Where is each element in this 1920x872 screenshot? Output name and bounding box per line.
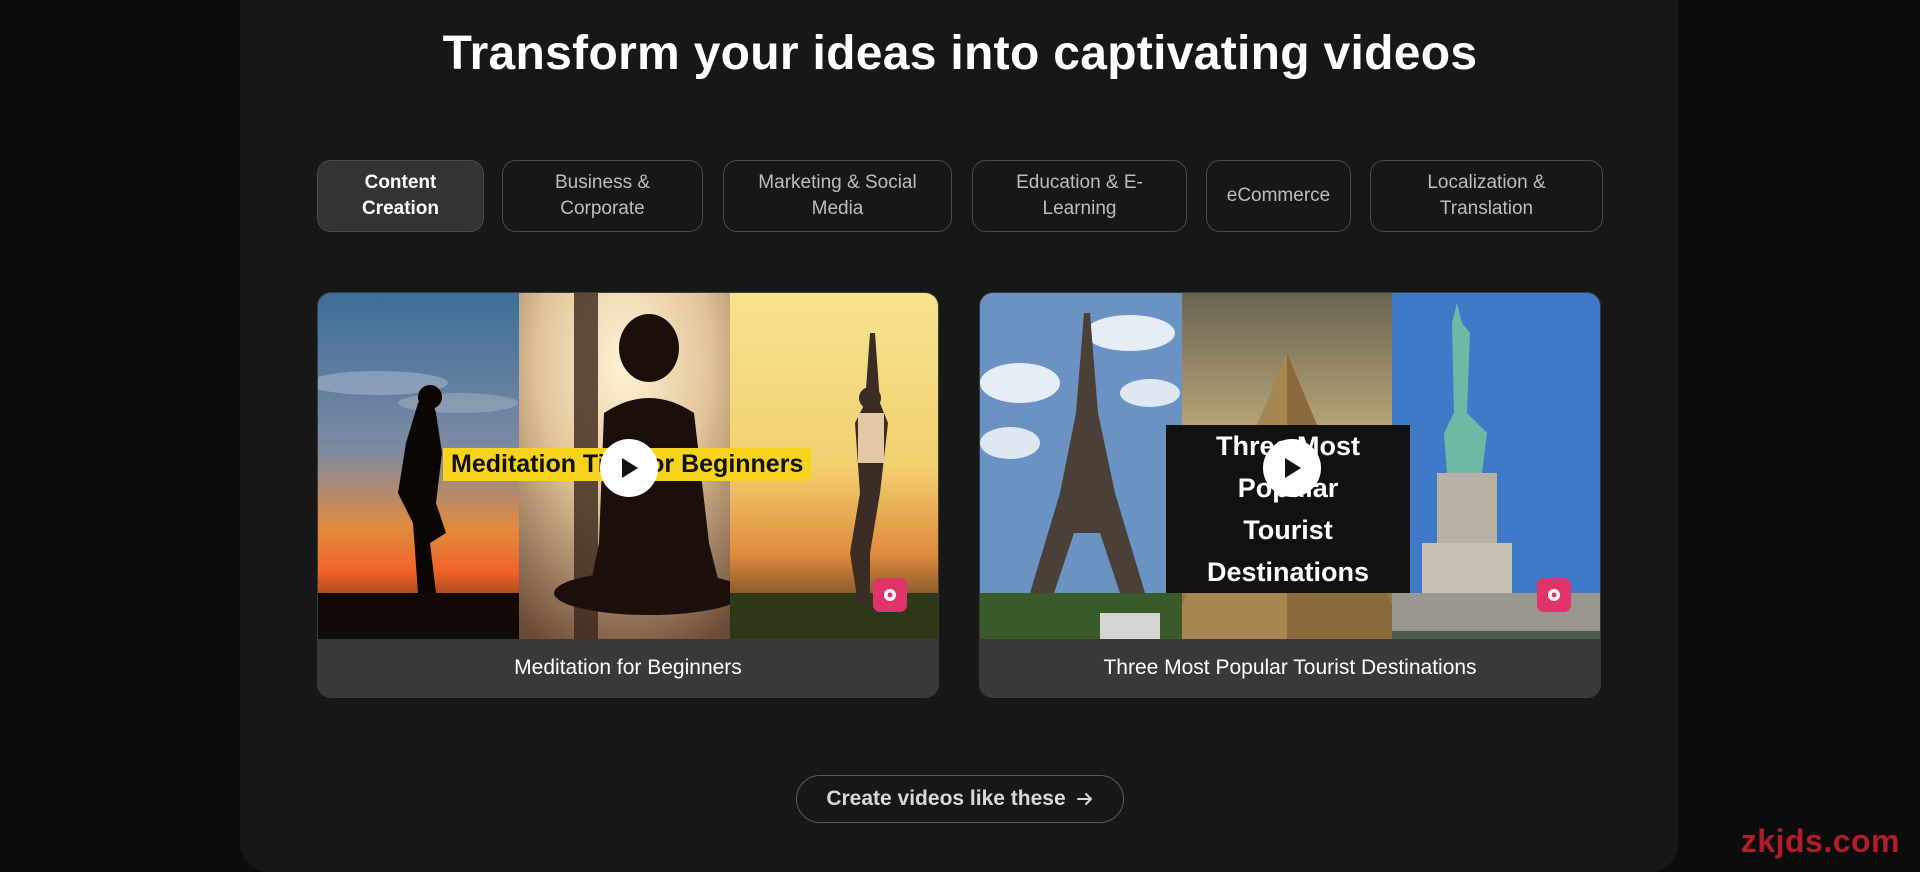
- tab-education-elearning[interactable]: Education & E- Learning: [972, 160, 1187, 232]
- play-icon: [1285, 458, 1301, 478]
- tab-marketing-social-media[interactable]: Marketing & Social Media: [723, 160, 952, 232]
- video-thumbnail[interactable]: Meditation Tips for Beginners: [318, 293, 938, 641]
- video-card-tourist-destinations[interactable]: Three Most Popular Tourist Destinations …: [979, 292, 1601, 698]
- tab-business-corporate[interactable]: Business & Corporate: [502, 160, 703, 232]
- tab-localization-translation[interactable]: Localization & Translation: [1370, 160, 1603, 232]
- create-videos-button[interactable]: Create videos like these: [796, 775, 1124, 823]
- brand-badge-icon: [1537, 578, 1571, 612]
- tab-label: eCommerce: [1226, 185, 1331, 206]
- play-icon: [622, 458, 638, 478]
- tab-ecommerce[interactable]: eCommerce: [1206, 160, 1351, 232]
- card-title: Meditation for Beginners: [318, 639, 938, 697]
- tab-label: Localization & Translation: [1427, 172, 1546, 219]
- tab-label: Marketing & Social Media: [758, 172, 917, 219]
- video-thumbnail[interactable]: Three Most Popular Tourist Destinations: [980, 293, 1600, 641]
- tab-content-creation[interactable]: Content Creation: [317, 160, 484, 232]
- tab-label: Education & E- Learning: [1016, 172, 1143, 219]
- thumbnail-eiffel-panel: [980, 293, 1182, 641]
- brand-badge-icon: [873, 578, 907, 612]
- tab-label: Content Creation: [361, 172, 440, 219]
- tab-label: Business & Corporate: [554, 172, 651, 219]
- play-button[interactable]: [1263, 439, 1321, 497]
- cta-label: Create videos like these: [826, 787, 1066, 810]
- video-card-meditation[interactable]: Meditation Tips for Beginners Meditation…: [317, 292, 939, 698]
- thumbnail-caption-line2: Tourist Destinations: [1206, 515, 1370, 587]
- page-heading: Transform your ideas into captivating vi…: [442, 27, 1478, 80]
- watermark: zkjds.com: [1740, 823, 1900, 859]
- play-button[interactable]: [600, 439, 658, 497]
- arrow-right-icon: [1076, 793, 1092, 805]
- card-title: Three Most Popular Tourist Destinations: [980, 639, 1600, 697]
